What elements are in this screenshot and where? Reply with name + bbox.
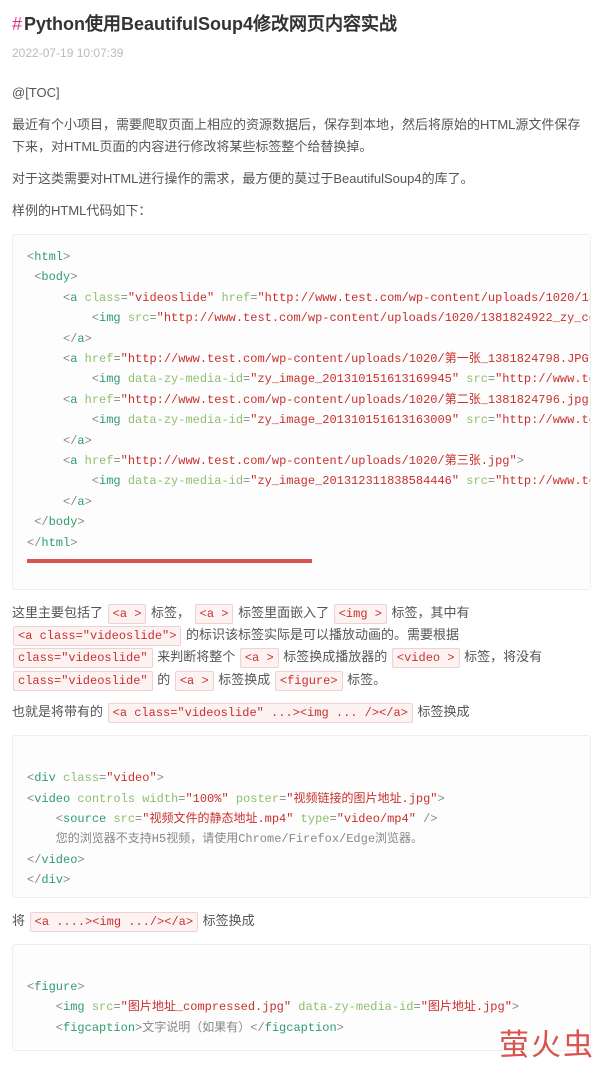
- inline-code: <img >: [334, 604, 387, 624]
- inline-code: <a >: [240, 648, 279, 668]
- inline-code: <a class="videoslide" ...><img ... /></a…: [108, 703, 413, 723]
- toc-marker: @[TOC]: [12, 82, 591, 104]
- inline-code: <a >: [175, 671, 214, 691]
- cl: <html>: [27, 250, 70, 264]
- code-block-video: <div class="video"> <video controls widt…: [12, 735, 591, 898]
- paragraph-inline: 将 <a ....><img .../></a> 标签换成: [12, 910, 591, 932]
- timestamp: 2022-07-19 10:07:39: [12, 43, 591, 63]
- paragraph: 最近有个小项目，需要爬取页面上相应的资源数据后，保存到本地，然后将原始的HTML…: [12, 114, 591, 158]
- paragraph-inline: 这里主要包括了 <a > 标签， <a > 标签里面嵌入了 <img > 标签，…: [12, 602, 591, 690]
- inline-code: <video >: [392, 648, 460, 668]
- inline-code: class="videoslide": [13, 648, 153, 668]
- inline-code: <a >: [195, 604, 234, 624]
- inline-code: <a ....><img .../></a>: [30, 912, 198, 932]
- title-hash: #: [12, 14, 22, 34]
- inline-code: <a class="videoslide">: [13, 626, 181, 646]
- paragraph: 对于这类需要对HTML进行操作的需求，最方便的莫过于BeautifulSoup4…: [12, 168, 591, 190]
- title-text: Python使用BeautifulSoup4修改网页内容实战: [24, 14, 397, 34]
- page-title: #Python使用BeautifulSoup4修改网页内容实战: [12, 12, 591, 37]
- code-scrollbar[interactable]: [27, 559, 312, 563]
- code-block-sample-html: <html> <body> <a class="videoslide" href…: [12, 234, 591, 590]
- inline-code: class="videoslide": [13, 671, 153, 691]
- inline-code: <a >: [108, 604, 147, 624]
- paragraph: 样例的HTML代码如下：: [12, 200, 591, 222]
- inline-code: <figure>: [275, 671, 343, 691]
- code-block-figure: <figure> <img src="图片地址_compressed.jpg" …: [12, 944, 591, 1052]
- paragraph-inline: 也就是将带有的 <a class="videoslide" ...><img .…: [12, 701, 591, 723]
